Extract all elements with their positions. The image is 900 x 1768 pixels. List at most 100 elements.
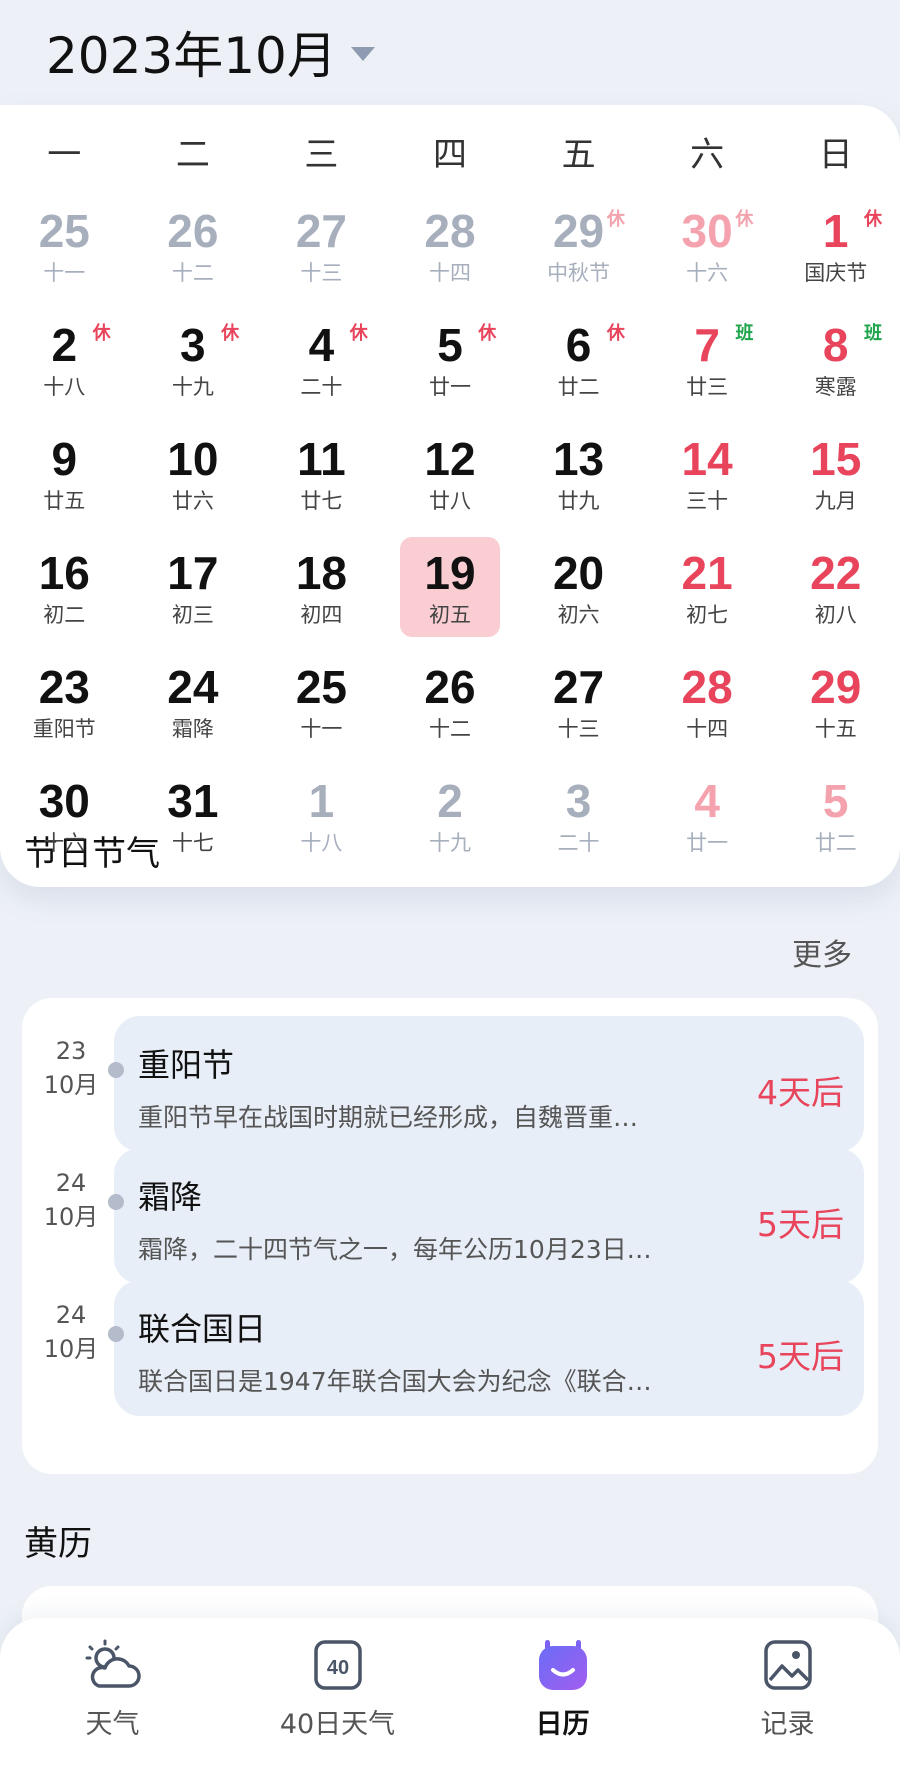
calendar-day[interactable]: 14 三十: [643, 415, 772, 529]
nav-records[interactable]: 记录: [675, 1618, 900, 1768]
day-number: 1: [822, 205, 849, 257]
holiday-row: 24 10月 联合国日 联合国日是1947年联合国大会为纪念《联合… 5天后: [22, 1262, 878, 1416]
calendar-day[interactable]: 28 十四: [386, 187, 515, 301]
calendar-day-today[interactable]: 19 初五: [386, 529, 515, 643]
holiday-name: 霜降: [138, 1178, 203, 1216]
lunar-date: 寒露: [814, 375, 857, 399]
calendar-day[interactable]: 1 十八: [257, 757, 386, 871]
lunar-date: 二十: [300, 375, 343, 399]
day-number: 1: [308, 775, 335, 827]
nav-label: 天气: [85, 1709, 140, 1740]
weekday-label: 三: [304, 135, 339, 175]
calendar-day[interactable]: 12 廿八: [386, 415, 515, 529]
holiday-name: 联合国日: [138, 1310, 267, 1348]
day-number: 28: [424, 205, 476, 257]
calendar-day[interactable]: 4 廿一: [643, 757, 772, 871]
holiday-rest-badge: 休: [863, 209, 882, 230]
lunar-date: 十九: [428, 831, 471, 855]
calendar-day[interactable]: 28 十四: [643, 643, 772, 757]
calendar-day[interactable]: 30 十六 休: [643, 187, 772, 301]
holiday-countdown: 4天后: [757, 1073, 844, 1112]
lunar-date: 三十: [686, 489, 729, 513]
day-number: 25: [38, 205, 90, 257]
calendar-day[interactable]: 23 重阳节: [0, 643, 129, 757]
holiday-rest-badge: 休: [92, 323, 111, 344]
day-number: 3: [180, 319, 206, 371]
calendar-day[interactable]: 15 九月: [771, 415, 900, 529]
day-number: 16: [38, 547, 90, 599]
calendar-day[interactable]: 25 十一: [257, 643, 386, 757]
calendar-day[interactable]: 13 廿九: [514, 415, 643, 529]
calendar-day[interactable]: 25 十一: [0, 187, 129, 301]
calendar-day[interactable]: 21 初七: [643, 529, 772, 643]
calendar-day[interactable]: 22 初八: [771, 529, 900, 643]
weekday-header: 一 二 三 四 五 六 日: [0, 125, 900, 185]
calendar-day[interactable]: 17 初三: [129, 529, 258, 643]
lunar-date: 国庆节: [804, 261, 868, 285]
lunar-date: 十二: [171, 261, 214, 285]
holiday-rest-badge: 休: [606, 323, 625, 344]
calendar-day[interactable]: 3 十九 休: [129, 301, 258, 415]
day-number: 5: [822, 775, 849, 827]
calendar-day[interactable]: 4 二十 休: [257, 301, 386, 415]
calendar-day[interactable]: 2 十八 休: [0, 301, 129, 415]
lunar-date: 廿五: [43, 489, 86, 513]
day-number: 31: [167, 775, 219, 827]
holiday-date: 24 10月: [38, 1166, 104, 1234]
nav-label: 日历: [535, 1709, 590, 1740]
holiday-description: 联合国日是1947年联合国大会为纪念《联合…: [138, 1367, 652, 1396]
month-selector[interactable]: 2023年10月: [46, 16, 375, 88]
calendar-day[interactable]: 18 初四: [257, 529, 386, 643]
lunar-date: 十七: [171, 831, 214, 855]
nav-label: 记录: [760, 1709, 815, 1740]
calendar-day[interactable]: 5 廿二: [771, 757, 900, 871]
holiday-date: 23 10月: [38, 1034, 104, 1102]
lunar-date: 十四: [686, 717, 729, 741]
calendar-day[interactable]: 29 十五: [771, 643, 900, 757]
calendar-day[interactable]: 8 寒露 班: [771, 301, 900, 415]
more-holidays-link[interactable]: 更多: [792, 930, 852, 974]
lunar-date: 廿一: [686, 831, 729, 855]
lunar-date: 廿七: [300, 489, 343, 513]
calendar-day[interactable]: 2 十九: [386, 757, 515, 871]
lunar-date: 十九: [171, 375, 214, 399]
calendar-day[interactable]: 1 国庆节 休: [771, 187, 900, 301]
calendar-day[interactable]: 3 二十: [514, 757, 643, 871]
calendar-day[interactable]: 6 廿二 休: [514, 301, 643, 415]
calendar-day[interactable]: 11 廿七: [257, 415, 386, 529]
calendar-day[interactable]: 24 霜降: [129, 643, 258, 757]
weekday-label: 一: [47, 135, 82, 175]
lunar-date: 十八: [43, 375, 86, 399]
lunar-date: 二十: [557, 831, 600, 855]
calendar-day[interactable]: 9 廿五: [0, 415, 129, 529]
calendar-day[interactable]: 16 初二: [0, 529, 129, 643]
day-number: 26: [424, 661, 476, 713]
calendar-day[interactable]: 7 廿三 班: [643, 301, 772, 415]
calendar-face-icon: [531, 1638, 595, 1694]
calendar-day[interactable]: 5 廿一 休: [386, 301, 515, 415]
workday-badge: 班: [863, 323, 882, 344]
lunar-date: 廿三: [686, 375, 729, 399]
nav-calendar[interactable]: 日历: [450, 1618, 675, 1768]
lunar-date: 初五: [428, 603, 471, 627]
day-number: 4: [308, 319, 335, 371]
lunar-date: 十一: [300, 717, 343, 741]
day-number: 29: [552, 205, 605, 257]
calendar-day[interactable]: 26 十二: [386, 643, 515, 757]
calendar-day[interactable]: 20 初六: [514, 529, 643, 643]
calendar-day[interactable]: 29 中秋节 休: [514, 187, 643, 301]
lunar-date: 霜降: [171, 717, 214, 741]
calendar-day[interactable]: 27 十三: [257, 187, 386, 301]
nav-weather[interactable]: 天气: [0, 1618, 225, 1768]
timeline-dot-icon: [108, 1062, 124, 1078]
lunar-date: 中秋节: [547, 261, 611, 285]
day-number: 14: [681, 433, 733, 485]
day-number: 15: [810, 433, 862, 485]
day-number: 17: [167, 547, 219, 599]
lunar-date: 重阳节: [32, 717, 96, 741]
calendar-day[interactable]: 27 十三: [514, 643, 643, 757]
calendar-day[interactable]: 10 廿六: [129, 415, 258, 529]
nav-40-day-weather[interactable]: 40 40日天气: [225, 1618, 450, 1768]
holiday-item[interactable]: 联合国日 联合国日是1947年联合国大会为纪念《联合… 5天后: [114, 1280, 864, 1416]
calendar-day[interactable]: 26 十二: [129, 187, 258, 301]
